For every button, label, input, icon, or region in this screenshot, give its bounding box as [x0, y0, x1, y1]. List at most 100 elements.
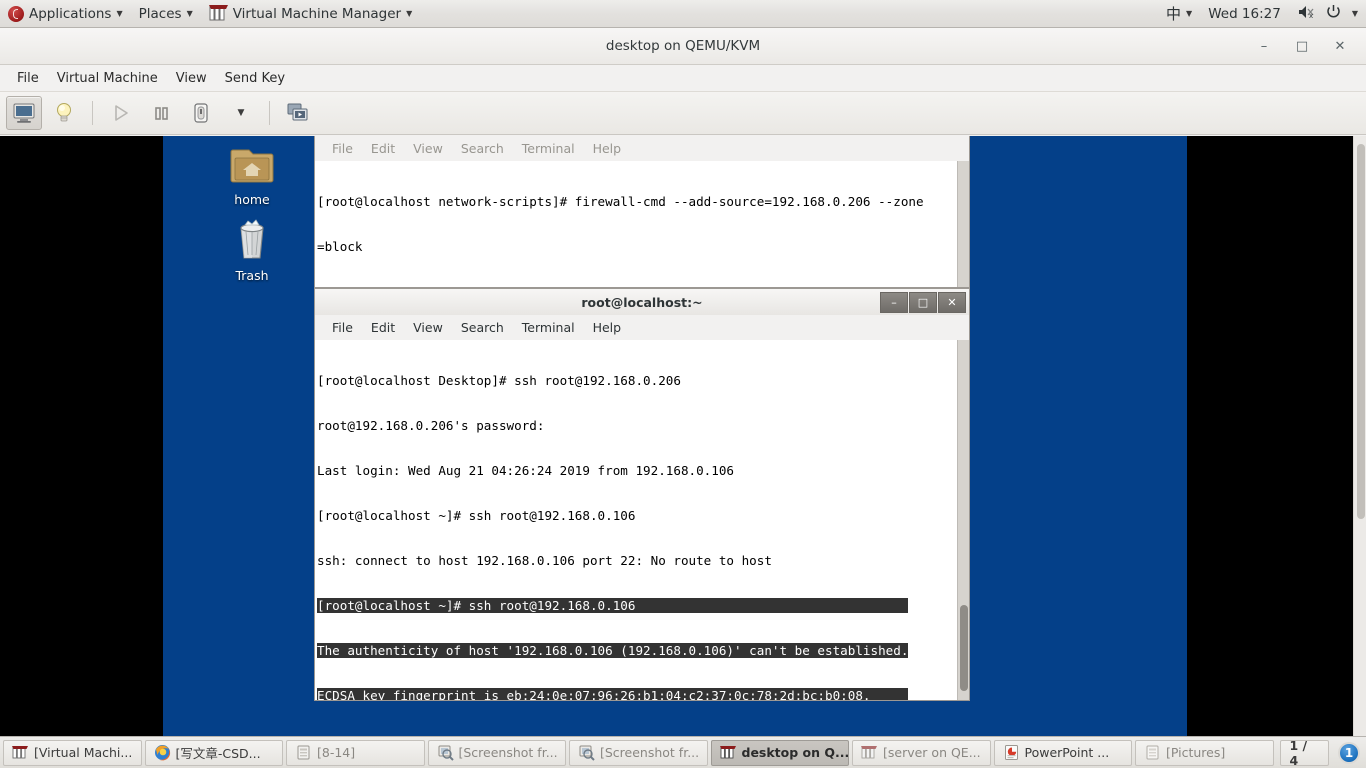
terminal-front-scrollbar[interactable] — [957, 340, 969, 700]
terminal-back-body[interactable]: [root@localhost network-scripts]# firewa… — [314, 161, 970, 288]
show-details-button[interactable] — [46, 96, 82, 130]
minimize-button[interactable]: – — [880, 292, 908, 313]
chevron-down-icon: ▼ — [1351, 8, 1358, 18]
terminal-front-body[interactable]: [root@localhost Desktop]# ssh root@192.1… — [314, 340, 970, 701]
run-button[interactable] — [103, 96, 139, 130]
menu-item-view[interactable]: View — [167, 68, 216, 89]
virtual-machine-manager-icon — [208, 5, 228, 22]
menu-item-help[interactable]: Help — [584, 139, 631, 158]
applications-menu[interactable]: Applications ▼ — [0, 0, 131, 28]
window-list-taskbar: [Virtual Machi... [写文章-CSD... [8-14] [Sc… — [0, 736, 1366, 768]
terminal-line: ssh: connect to host 192.168.0.106 port … — [317, 553, 772, 568]
chevron-down-icon: ▼ — [116, 8, 123, 18]
taskbar-item-label: [8-14] — [317, 745, 356, 760]
taskbar-item-label: [写文章-CSD... — [175, 746, 261, 761]
taskbar-item-label: desktop on Q... — [741, 745, 849, 760]
taskbar-item-virtual-machine-manager[interactable]: [Virtual Machi... — [3, 739, 142, 766]
places-menu[interactable]: Places ▼ — [131, 0, 201, 28]
menu-item-virtual-machine[interactable]: Virtual Machine — [48, 68, 167, 89]
guest-viewer: home Trash File Edit View Search Termina… — [0, 136, 1366, 736]
menu-item-file[interactable]: File — [323, 318, 362, 337]
terminal-back-output: [root@localhost network-scripts]# firewa… — [317, 164, 924, 287]
workspace-badge-label: 1 — [1344, 745, 1354, 760]
terminal-line: =block — [317, 239, 363, 254]
terminal-back-menubar: File Edit View Search Terminal Help — [314, 136, 970, 161]
menu-item-search[interactable]: Search — [452, 139, 513, 158]
shutdown-button[interactable] — [183, 96, 219, 130]
virt-viewer-window: desktop on QEMU/KVM – □ ✕ File Virtual M… — [0, 28, 1366, 736]
input-method-indicator[interactable]: 中 ▼ — [1158, 0, 1200, 28]
chevron-down-icon: ▼ — [237, 108, 245, 118]
terminal-line: [root@localhost Desktop]# ssh root@192.1… — [317, 373, 681, 388]
terminal-back-scrollbar[interactable] — [957, 161, 969, 287]
menu-item-file[interactable]: File — [8, 68, 48, 89]
clock[interactable]: Wed 16:27 — [1200, 0, 1289, 28]
workspace-pager[interactable]: 1 / 4 — [1279, 737, 1330, 768]
taskbar-item-server-on-qemu[interactable]: [server on QE... — [852, 739, 991, 766]
workspace-pager-label: 1 / 4 — [1289, 737, 1308, 768]
screenshot-icon — [578, 744, 595, 761]
viewer-scroll-thumb[interactable] — [1357, 144, 1365, 519]
maximize-button[interactable]: □ — [1292, 37, 1312, 57]
menu-item-edit[interactable]: Edit — [362, 318, 404, 337]
toolbar-separator — [92, 101, 93, 125]
close-button[interactable]: ✕ — [1330, 37, 1350, 57]
desktop-icon-home[interactable]: home — [209, 144, 295, 207]
taskbar-item-firefox[interactable]: [写文章-CSD... — [144, 739, 283, 766]
guest-viewer-canvas[interactable]: home Trash File Edit View Search Termina… — [0, 136, 1353, 736]
menu-item-search[interactable]: Search — [452, 318, 513, 337]
menu-item-view[interactable]: View — [404, 139, 452, 158]
desktop-icon-label: Trash — [235, 268, 269, 283]
taskbar-item-label: PowerPoint ... — [1024, 745, 1110, 760]
terminal-window-controls: – □ ✕ — [880, 292, 966, 313]
virt-manager-icon — [719, 744, 737, 761]
clock-label: Wed 16:27 — [1208, 5, 1281, 22]
svg-text:x: x — [1309, 12, 1313, 20]
minimize-button[interactable]: – — [1254, 37, 1274, 57]
taskbar-item-label: [Pictures] — [1166, 745, 1226, 760]
system-status-menu[interactable]: x ▼ — [1289, 0, 1366, 28]
taskbar-item-file-manager-8-14[interactable]: [8-14] — [286, 739, 425, 766]
shutdown-menu-button[interactable]: ▼ — [223, 96, 259, 130]
vmm-toolbar: ▼ — [0, 92, 1366, 135]
toolbar-separator — [269, 101, 270, 125]
gnome-top-panel: Applications ▼ Places ▼ Virtual Machine … — [0, 0, 1366, 28]
taskbar-item-powerpoint[interactable]: PowerPoint ... — [993, 739, 1132, 766]
chevron-down-icon: ▼ — [406, 8, 413, 18]
desktop-icon-trash[interactable]: Trash — [209, 216, 295, 283]
menu-item-view[interactable]: View — [404, 318, 452, 337]
taskbar-item-screenshot-2[interactable]: [Screenshot fr... — [569, 739, 708, 766]
file-manager-icon — [295, 744, 312, 761]
close-button[interactable]: ✕ — [938, 292, 966, 313]
fullscreen-button[interactable] — [280, 96, 316, 130]
terminal-front-output: [root@localhost Desktop]# ssh root@192.1… — [317, 343, 909, 700]
maximize-button[interactable]: □ — [909, 292, 937, 313]
file-manager-icon — [1144, 744, 1161, 761]
menu-item-edit[interactable]: Edit — [362, 139, 404, 158]
menu-item-file[interactable]: File — [323, 139, 362, 158]
taskbar-item-screenshot-1[interactable]: [Screenshot fr... — [427, 739, 566, 766]
taskbar-item-desktop-on-qemu[interactable]: desktop on Q... — [710, 739, 849, 766]
terminal-front-scroll-thumb[interactable] — [960, 605, 968, 691]
menu-item-terminal[interactable]: Terminal — [513, 139, 584, 158]
workspace-switcher-badge[interactable]: 1 — [1338, 741, 1361, 764]
pause-button[interactable] — [143, 96, 179, 130]
viewer-vertical-scrollbar[interactable] — [1353, 136, 1366, 736]
show-console-button[interactable] — [6, 96, 42, 130]
power-icon — [1326, 4, 1341, 23]
terminal-window-front[interactable]: root@localhost:~ – □ ✕ File Edit View Se — [314, 288, 970, 701]
terminal-line-selected: ECDSA key fingerprint is eb:24:0e:07:96:… — [317, 688, 909, 700]
home-folder-icon — [230, 149, 274, 183]
menu-item-terminal[interactable]: Terminal — [513, 318, 584, 337]
fedora-logo-icon — [8, 5, 24, 22]
taskbar-item-pictures[interactable]: [Pictures] — [1135, 739, 1274, 766]
terminal-front-titlebar[interactable]: root@localhost:~ – □ ✕ — [314, 288, 970, 315]
menu-item-help[interactable]: Help — [584, 318, 631, 337]
menu-item-send-key[interactable]: Send Key — [216, 68, 294, 89]
terminal-line: [root@localhost network-scripts]# firewa… — [317, 194, 924, 209]
terminal-window-back[interactable]: File Edit View Search Terminal Help [roo… — [314, 136, 970, 288]
active-application-menu[interactable]: Virtual Machine Manager ▼ — [201, 0, 421, 28]
virt-manager-icon — [12, 744, 29, 761]
powerpoint-icon — [1003, 744, 1020, 761]
guest-desktop[interactable]: home Trash File Edit View Search Termina… — [163, 136, 1187, 736]
